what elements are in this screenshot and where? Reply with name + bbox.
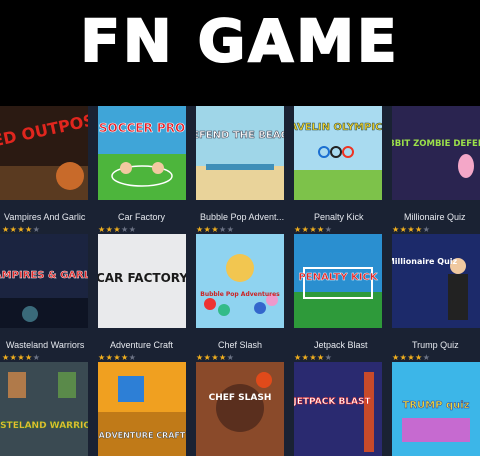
- rating-stars: ★★★★★: [2, 353, 41, 362]
- game-thumbnail-wasteland-warriors[interactable]: WASTELAND WARRIORS: [0, 362, 88, 456]
- game-title[interactable]: Car Factory: [118, 212, 194, 222]
- thumb-title: VAMPIRES & GARLIC: [0, 270, 88, 281]
- rating-stars: ★★★★★: [2, 225, 41, 234]
- rating-stars: ★★★★★: [196, 225, 235, 234]
- game-title[interactable]: Millionaire Quiz: [404, 212, 480, 222]
- game-grid: RED OUTPOST SOCCER PRO DEFEND THE BEACH …: [0, 106, 480, 456]
- thumb-title: JAVELIN OLYMPICS: [294, 122, 382, 133]
- thumb-title: ADVENTURE CRAFT: [99, 431, 186, 440]
- game-thumbnail-millionaire-quiz[interactable]: Millionaire Quiz: [392, 234, 480, 328]
- game-title[interactable]: Wasteland Warriors: [6, 340, 90, 350]
- thumb-title: CHEF SLASH: [209, 393, 272, 403]
- rating-stars: ★★★★★: [392, 225, 431, 234]
- game-thumbnail-bubble-pop[interactable]: Bubble Pop Adventures: [196, 234, 284, 328]
- rating-stars: ★★★★★: [98, 353, 137, 362]
- game-thumbnail-penalty-kick[interactable]: PENALTY KICK: [294, 234, 382, 328]
- thumb-title: Bubble Pop Adventures: [200, 291, 280, 298]
- thumb-title: CAR FACTORY: [98, 271, 186, 285]
- game-thumbnail-chef-slash[interactable]: CHEF SLASH: [196, 362, 284, 456]
- site-header: FN GAME: [0, 0, 480, 106]
- thumb-title: TRUMP quiz: [403, 400, 470, 411]
- rating-stars: ★★★★★: [392, 353, 431, 362]
- game-title[interactable]: Vampires And Garlic: [4, 212, 90, 222]
- rating-stars: ★★★★★: [294, 353, 333, 362]
- thumb-title: JETPACK BLAST: [294, 397, 371, 407]
- thumb-title: DEFEND THE BEACH: [196, 130, 284, 141]
- game-title[interactable]: Adventure Craft: [110, 340, 194, 350]
- game-thumbnail-jetpack-blast[interactable]: JETPACK BLAST: [294, 362, 382, 456]
- game-title[interactable]: Chef Slash: [218, 340, 294, 350]
- rating-stars: ★★★★★: [98, 225, 137, 234]
- thumb-title: RABBIT ZOMBIE DEFENSE: [392, 139, 480, 149]
- game-title[interactable]: Jetpack Blast: [314, 340, 390, 350]
- game-title[interactable]: Trump Quiz: [412, 340, 480, 350]
- thumb-title: PENALTY KICK: [298, 272, 378, 283]
- thumb-title: SOCCER PRO: [99, 121, 185, 135]
- thumb-title: WASTELAND WARRIORS: [0, 421, 88, 431]
- game-title[interactable]: Bubble Pop Advent...: [200, 212, 290, 222]
- game-thumbnail-adventure-craft[interactable]: ADVENTURE CRAFT: [98, 362, 186, 456]
- game-thumbnail-vampires-garlic[interactable]: VAMPIRES & GARLIC: [0, 234, 88, 328]
- game-thumbnail-rabbit-zombie[interactable]: RABBIT ZOMBIE DEFENSE: [392, 106, 480, 200]
- site-logo[interactable]: FN GAME: [0, 11, 480, 71]
- rating-stars: ★★★★★: [196, 353, 235, 362]
- game-thumbnail-red-outpost[interactable]: RED OUTPOST: [0, 106, 88, 200]
- game-thumbnail-trump-quiz[interactable]: TRUMP quiz: [392, 362, 480, 456]
- rating-stars: ★★★★★: [294, 225, 333, 234]
- game-thumbnail-soccer-pro[interactable]: SOCCER PRO: [98, 106, 186, 200]
- game-thumbnail-car-factory[interactable]: CAR FACTORY: [98, 234, 186, 328]
- game-thumbnail-defend-the-beach[interactable]: DEFEND THE BEACH: [196, 106, 284, 200]
- game-thumbnail-javelin-olympics[interactable]: JAVELIN OLYMPICS: [294, 106, 382, 200]
- game-title[interactable]: Penalty Kick: [314, 212, 390, 222]
- thumb-title: Millionaire Quiz: [392, 257, 458, 266]
